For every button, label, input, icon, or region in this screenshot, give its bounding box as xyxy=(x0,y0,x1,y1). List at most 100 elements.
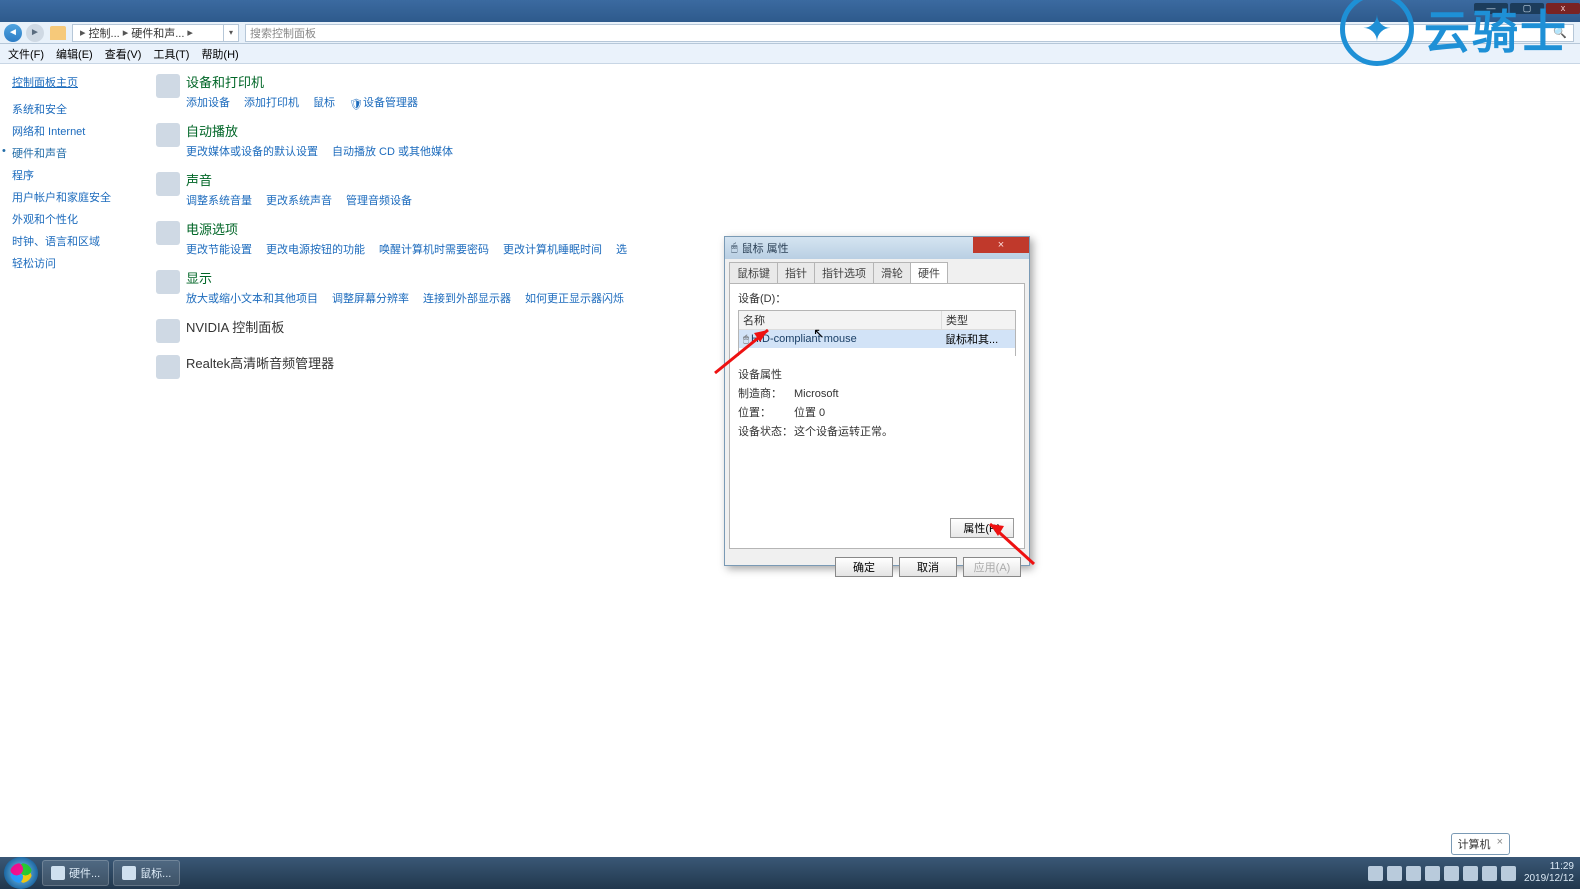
nav-forward-button[interactable]: ► xyxy=(26,24,44,42)
menu-help[interactable]: 帮助(H) xyxy=(197,45,242,63)
category-link[interactable]: 更改系统声音 xyxy=(266,191,332,209)
maker-label: 制造商： xyxy=(738,385,794,401)
tray-icon[interactable] xyxy=(1444,866,1459,881)
category-title[interactable]: 自动播放 xyxy=(186,121,467,140)
tray-icon[interactable] xyxy=(1482,866,1497,881)
category-link[interactable]: 添加打印机 xyxy=(244,93,299,111)
category-title[interactable]: 电源选项 xyxy=(186,219,641,238)
menu-file[interactable]: 文件(F) xyxy=(4,45,48,63)
category-link[interactable]: 调整屏幕分辨率 xyxy=(332,289,409,307)
category-icon xyxy=(156,319,180,343)
mouse-icon: 🖱 xyxy=(731,242,738,255)
sidebar-item[interactable]: 用户帐户和家庭安全 xyxy=(6,186,144,208)
category-icon xyxy=(156,355,180,379)
folder-icon xyxy=(51,866,65,880)
tray-icon[interactable] xyxy=(1501,866,1516,881)
devices-label: 设备(D)： xyxy=(738,290,1016,306)
category-link[interactable]: 连接到外部显示器 xyxy=(423,289,511,307)
folder-icon xyxy=(50,26,66,40)
watermark-icon: ✦ xyxy=(1340,0,1414,66)
category-icon xyxy=(156,270,180,294)
nav-back-button[interactable]: ◄ xyxy=(4,24,22,42)
category-link[interactable]: 如何更正显示器闪烁 xyxy=(525,289,624,307)
category-title[interactable]: Realtek高清晰音频管理器 xyxy=(186,353,334,372)
tray-icon[interactable] xyxy=(1406,866,1421,881)
category-link[interactable]: 选 xyxy=(616,240,627,258)
start-button[interactable] xyxy=(4,857,38,889)
sidebar-item[interactable]: 轻松访问 xyxy=(6,252,144,274)
location-label: 位置： xyxy=(738,404,794,420)
mouse-icon xyxy=(122,866,136,880)
sidebar: 控制面板主页 系统和安全网络和 Internet硬件和声音程序用户帐户和家庭安全… xyxy=(0,64,150,836)
status-label: 设备状态： xyxy=(738,423,794,439)
search-placeholder: 搜索控制面板 xyxy=(250,25,316,41)
sidebar-item[interactable]: 外观和个性化 xyxy=(6,208,144,230)
sidebar-item[interactable]: 程序 xyxy=(6,164,144,186)
dialog-tab[interactable]: 滑轮 xyxy=(873,262,911,283)
breadcrumb[interactable]: ▸ 控制... ▸ 硬件和声... ▸ xyxy=(72,24,224,42)
menu-tools[interactable]: 工具(T) xyxy=(149,45,193,63)
tray-icon[interactable] xyxy=(1387,866,1402,881)
clock-date: 2019/12/12 xyxy=(1524,873,1574,885)
dialog-tabs: 鼠标键指针指针选项滑轮硬件 xyxy=(725,259,1029,283)
category-link[interactable]: 唤醒计算机时需要密码 xyxy=(379,240,489,258)
sidebar-item[interactable]: 网络和 Internet xyxy=(6,120,144,142)
breadcrumb-dropdown[interactable]: ▾ xyxy=(223,24,239,42)
tray-icon[interactable] xyxy=(1463,866,1478,881)
device-type: 鼠标和其... xyxy=(941,330,1015,348)
menu-view[interactable]: 查看(V) xyxy=(101,45,146,63)
taskbar-button-hardware[interactable]: 硬件... xyxy=(42,860,109,886)
tooltip-close-icon[interactable]: × xyxy=(1497,836,1503,848)
category-title[interactable]: 声音 xyxy=(186,170,426,189)
dialog-tab[interactable]: 指针 xyxy=(777,262,815,283)
dialog-tab[interactable]: 指针选项 xyxy=(814,262,874,283)
tray-icon[interactable] xyxy=(1368,866,1383,881)
category-title[interactable]: NVIDIA 控制面板 xyxy=(186,317,284,336)
category-link[interactable]: 调整系统音量 xyxy=(186,191,252,209)
tray-clock[interactable]: 11:29 2019/12/12 xyxy=(1524,861,1574,885)
category-link[interactable]: 更改电源按钮的功能 xyxy=(266,240,365,258)
category-link[interactable]: 自动播放 CD 或其他媒体 xyxy=(332,142,453,160)
watermark-text: 云骑士 xyxy=(1424,0,1568,62)
location-value: 位置 0 xyxy=(794,407,825,419)
category-title[interactable]: 设备和打印机 xyxy=(186,72,432,91)
tray-tooltip: 计算机 × xyxy=(1451,833,1510,855)
sidebar-item[interactable]: 系统和安全 xyxy=(6,98,144,120)
dialog-close-button[interactable]: × xyxy=(973,237,1029,253)
breadcrumb-item[interactable]: 控制... xyxy=(89,25,120,41)
dialog-titlebar[interactable]: 🖱 鼠标 属性 × xyxy=(725,237,1029,259)
category-icon xyxy=(156,172,180,196)
sidebar-home-link[interactable]: 控制面板主页 xyxy=(12,74,144,90)
category-title[interactable]: 显示 xyxy=(186,268,638,287)
category-section: 设备和打印机添加设备添加打印机鼠标 🛡设备管理器 xyxy=(150,72,1580,111)
dialog-title: 鼠标 属性 xyxy=(742,240,789,256)
dialog-tab[interactable]: 硬件 xyxy=(910,262,948,283)
category-link[interactable]: 更改节能设置 xyxy=(186,240,252,258)
breadcrumb-item[interactable]: 硬件和声... xyxy=(131,25,184,41)
dialog-tab[interactable]: 鼠标键 xyxy=(729,262,778,283)
sidebar-item[interactable]: 时钟、语言和区域 xyxy=(6,230,144,252)
annotation-arrow xyxy=(982,516,1052,576)
category-link[interactable]: 管理音频设备 xyxy=(346,191,412,209)
ok-button[interactable]: 确定 xyxy=(835,557,893,577)
category-link[interactable]: 更改媒体或设备的默认设置 xyxy=(186,142,318,160)
category-link[interactable]: 鼠标 xyxy=(313,93,335,111)
taskbar-button-mouse[interactable]: 鼠标... xyxy=(113,860,180,886)
menu-edit[interactable]: 编辑(E) xyxy=(52,45,97,63)
column-type[interactable]: 类型 xyxy=(941,311,1015,329)
watermark-logo: ✦ 云骑士 xyxy=(1340,0,1568,66)
tooltip-text: 计算机 xyxy=(1458,839,1491,851)
category-link[interactable]: 🛡设备管理器 xyxy=(349,93,418,111)
annotation-arrow xyxy=(710,318,790,378)
category-section: 自动播放更改媒体或设备的默认设置自动播放 CD 或其他媒体 xyxy=(150,121,1580,160)
sidebar-item[interactable]: 硬件和声音 xyxy=(6,142,144,164)
status-value: 这个设备运转正常。 xyxy=(794,426,893,438)
category-link[interactable]: 更改计算机睡眠时间 xyxy=(503,240,602,258)
taskbar: 硬件... 鼠标... 11:29 2019/12/12 xyxy=(0,857,1580,889)
category-link[interactable]: 添加设备 xyxy=(186,93,230,111)
maker-value: Microsoft xyxy=(794,388,839,400)
category-link[interactable]: 放大或缩小文本和其他项目 xyxy=(186,289,318,307)
tray-icon[interactable] xyxy=(1425,866,1440,881)
category-section: 声音调整系统音量更改系统声音管理音频设备 xyxy=(150,170,1580,209)
cancel-button[interactable]: 取消 xyxy=(899,557,957,577)
